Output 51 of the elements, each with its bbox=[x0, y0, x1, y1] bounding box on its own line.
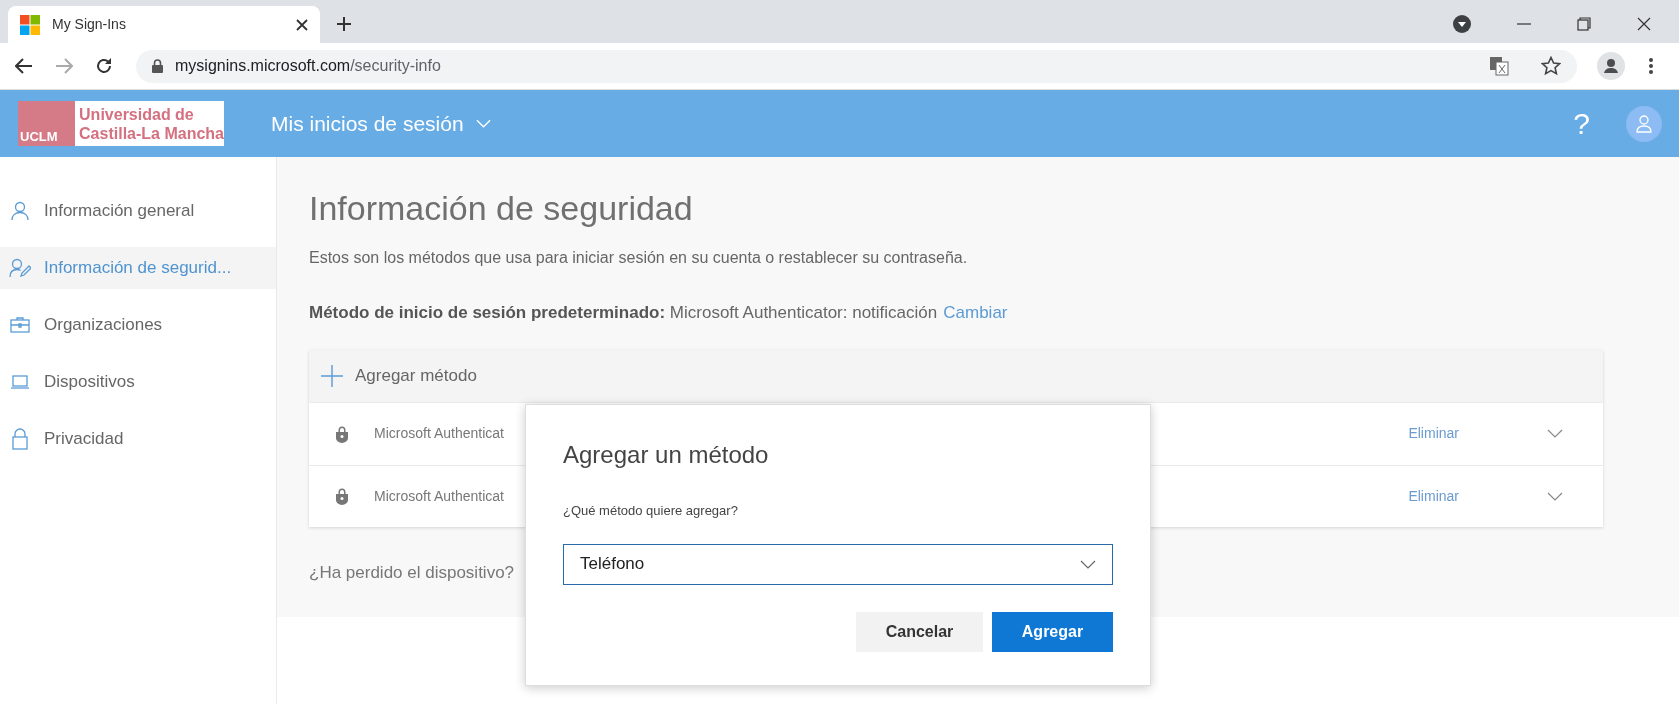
page-title: Información de seguridad bbox=[309, 188, 694, 229]
url-text: mysignins.microsoft.com/security-info bbox=[175, 56, 442, 76]
default-method-text: Método de inicio de sesión predeterminado: Microsoft Authenticator: notificación bbox=[309, 302, 938, 324]
sidebar-item[interactable]: Información de segurid... bbox=[0, 247, 276, 289]
page-description: Estos son los métodos que usa para iniciar sesión en su cuenta o restablecer su contraseña. bbox=[309, 248, 969, 268]
chevron-down-icon[interactable] bbox=[1547, 429, 1563, 438]
sidebar-item[interactable]: Organizaciones bbox=[0, 304, 276, 346]
plus-icon bbox=[321, 364, 343, 387]
person-pen-icon bbox=[9, 258, 31, 278]
reload-icon[interactable] bbox=[95, 57, 113, 75]
logo-text: Universidad de bbox=[79, 104, 195, 124]
windows-logo-icon bbox=[20, 14, 40, 35]
method-select[interactable]: Teléfono bbox=[563, 543, 1113, 585]
briefcase-icon bbox=[10, 316, 30, 334]
menu-icon[interactable] bbox=[1649, 58, 1653, 74]
close-icon[interactable] bbox=[296, 18, 308, 31]
translate-icon[interactable] bbox=[1489, 56, 1509, 76]
logo-text: Castilla-La Mancha bbox=[79, 123, 224, 143]
dropdown-icon[interactable] bbox=[1453, 15, 1471, 33]
person-icon bbox=[10, 201, 30, 221]
method-name: Microsoft Authenticat bbox=[374, 486, 504, 506]
lock-icon bbox=[152, 59, 163, 73]
chevron-down-icon[interactable] bbox=[1547, 491, 1563, 501]
tab-title: My Sign-Ins bbox=[52, 15, 127, 34]
browser-tab[interactable]: My Sign-Ins bbox=[8, 6, 320, 43]
close-icon[interactable] bbox=[1637, 17, 1651, 31]
add-method-button[interactable]: Agregar método bbox=[309, 349, 1603, 403]
restore-icon[interactable] bbox=[1577, 17, 1591, 31]
lock-icon bbox=[335, 424, 349, 443]
logo-mark: UCLM bbox=[20, 130, 58, 143]
chevron-down-icon bbox=[1080, 559, 1096, 569]
sidebar-item[interactable]: Información general bbox=[0, 190, 276, 232]
laptop-icon bbox=[10, 374, 30, 390]
sidebar-item[interactable]: Dispositivos bbox=[0, 361, 276, 403]
method-name: Microsoft Authenticat bbox=[374, 424, 504, 443]
delete-link[interactable]: Eliminar bbox=[1408, 485, 1459, 507]
lock-icon bbox=[11, 428, 29, 450]
lock-icon bbox=[335, 487, 349, 505]
star-icon[interactable] bbox=[1541, 56, 1561, 76]
sidebar-item[interactable]: Privacidad bbox=[0, 418, 276, 460]
back-icon[interactable] bbox=[15, 58, 33, 74]
dialog-title: Agregar un método bbox=[563, 440, 770, 470]
dialog-question: ¿Qué método quiere agregar? bbox=[563, 502, 739, 520]
address-bar[interactable]: mysignins.microsoft.com/security-info bbox=[136, 49, 1577, 83]
profile-icon[interactable] bbox=[1597, 52, 1625, 80]
add-button[interactable]: Agregar bbox=[992, 611, 1113, 652]
new-tab-icon[interactable] bbox=[336, 16, 352, 32]
cancel-button[interactable]: Cancelar bbox=[856, 611, 983, 652]
chevron-down-icon bbox=[475, 119, 491, 128]
lost-device-text: ¿Ha perdido el dispositivo? bbox=[309, 561, 515, 584]
delete-link[interactable]: Eliminar bbox=[1408, 423, 1459, 444]
